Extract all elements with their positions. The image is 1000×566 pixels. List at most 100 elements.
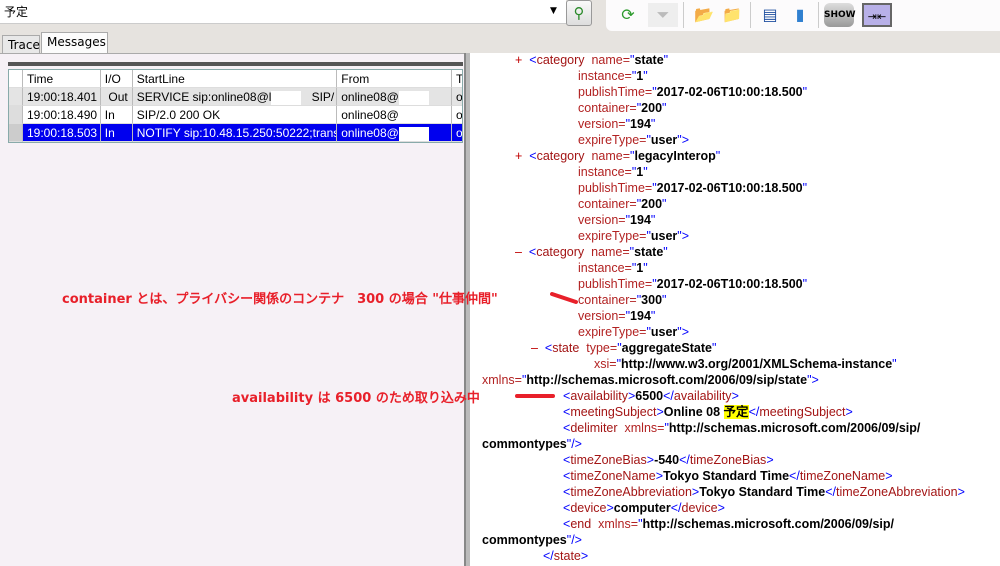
xml-attr: instance= bbox=[578, 261, 632, 275]
xml-line: publishTime="2017-02-06T10:00:18.500" bbox=[578, 180, 807, 196]
toolbar-separator bbox=[818, 2, 819, 28]
xml-tag: device bbox=[681, 501, 718, 515]
column-header-io[interactable]: I/O bbox=[100, 70, 133, 88]
column-header-to[interactable]: T bbox=[451, 70, 462, 88]
xml-val: 200 bbox=[641, 101, 663, 115]
cell-to: o bbox=[451, 124, 462, 142]
xml-line: publishTime="2017-02-06T10:00:18.500" bbox=[578, 84, 807, 100]
xml-val: state bbox=[634, 245, 664, 259]
xml-val: 300 bbox=[641, 293, 663, 307]
xml-line: <availability>6500</availability> bbox=[563, 388, 739, 404]
row-selector[interactable] bbox=[9, 124, 23, 142]
column-header-startline[interactable]: StartLine bbox=[132, 70, 338, 88]
xml-attr: xmlns= bbox=[482, 373, 522, 387]
xml-attr: version= bbox=[578, 213, 626, 227]
row-selector[interactable] bbox=[9, 106, 23, 124]
xml-val: 194 bbox=[630, 213, 651, 227]
xml-tag: delimiter bbox=[570, 421, 618, 435]
xml-val: http://schemas.microsoft.com/2006/09/sip… bbox=[642, 517, 894, 531]
table-row[interactable]: 19:00:18.490 In SIP/2.0 200 OK online08@… bbox=[9, 106, 462, 124]
xml-br: > bbox=[717, 501, 725, 515]
xml-line: container="200" bbox=[578, 196, 666, 212]
tab-trace[interactable]: Trace bbox=[2, 35, 40, 54]
xml-val: http://www.w3.org/2001/XMLSchema-instanc… bbox=[621, 357, 893, 371]
annotation-line bbox=[515, 394, 555, 398]
xml-br: > bbox=[845, 405, 853, 419]
xml-val: Tokyo Standard Time bbox=[663, 469, 790, 483]
startline-text: SERVICE sip:online08@l bbox=[136, 90, 272, 104]
table-row[interactable]: 19:00:18.401 Out SERVICE sip:online08@l S… bbox=[9, 88, 462, 106]
xml-br: < bbox=[521, 245, 537, 259]
xml-line: version="194" bbox=[578, 308, 655, 324]
xml-line: expireType="user"> bbox=[578, 228, 689, 244]
xml-line: <timeZoneName>Tokyo Standard Time</timeZ… bbox=[563, 468, 893, 484]
search-combo-box[interactable]: 予定 bbox=[0, 0, 566, 24]
xml-attr: container= bbox=[578, 293, 637, 307]
xml-line: xsi= "http://www.w3.org/2001/XMLSchema-in… bbox=[594, 356, 897, 372]
show-icon[interactable]: SHOW bbox=[824, 3, 856, 27]
tab-messages[interactable]: Messages bbox=[41, 32, 108, 54]
xml-br: </ bbox=[748, 405, 760, 419]
collapse-icon[interactable]: – bbox=[515, 245, 522, 259]
xml-br: > bbox=[656, 405, 664, 419]
xml-val: http://schemas.microsoft.com/2006/09/sip… bbox=[526, 373, 808, 387]
xml-q: " bbox=[643, 165, 648, 179]
xml-viewer: + <category name="state" instance="1" publ… bbox=[470, 53, 1000, 566]
messages-grid: Time I/O StartLine From T 19:00:18.401 O… bbox=[8, 69, 463, 143]
column-header-time[interactable]: Time bbox=[22, 70, 101, 88]
xml-br: > bbox=[681, 229, 690, 243]
xml-attr: publishTime= bbox=[578, 277, 653, 291]
import-folder-icon[interactable]: 📁 bbox=[720, 3, 744, 27]
xml-line: container="300" bbox=[578, 292, 666, 308]
collapse-icon[interactable]: – bbox=[531, 341, 538, 355]
filter-icon[interactable]: ⏷ bbox=[648, 3, 678, 27]
xml-br: </ bbox=[825, 485, 836, 499]
layout-icon[interactable]: ⇥⇤ bbox=[862, 3, 892, 27]
xml-attr: instance= bbox=[578, 69, 632, 83]
form-icon[interactable]: ▤ bbox=[758, 3, 782, 27]
dropdown-arrow-icon[interactable]: ▼ bbox=[550, 6, 557, 16]
xml-br: > bbox=[731, 389, 739, 403]
xml-line: instance="1" bbox=[578, 68, 648, 84]
open-folder-icon[interactable]: 📂 bbox=[692, 3, 716, 27]
search-button[interactable]: ⚲ bbox=[566, 0, 592, 26]
xml-line: – <state type="aggregateState" bbox=[531, 340, 716, 356]
table-row-selected[interactable]: 19:00:18.503 In NOTIFY sip:10.48.15.250:… bbox=[9, 124, 462, 142]
notepad-icon[interactable]: ▮ bbox=[788, 3, 812, 27]
grid-splitter[interactable] bbox=[8, 62, 463, 66]
refresh-icon[interactable]: ⟳ bbox=[616, 3, 640, 27]
xml-q: " bbox=[643, 69, 648, 83]
xml-hl: 予定 bbox=[723, 405, 749, 419]
row-selector[interactable] bbox=[9, 88, 23, 106]
xml-q: " bbox=[662, 293, 667, 307]
annotation-arrow bbox=[550, 292, 578, 304]
container-annotation: container とは、プライバシー関係のコンテナ 300 の場合 "仕事仲間… bbox=[62, 292, 498, 307]
xml-tag: timeZoneName bbox=[570, 469, 656, 483]
xml-line: xmlns="http://schemas.microsoft.com/2006… bbox=[482, 372, 819, 388]
cell-io: In bbox=[100, 124, 133, 142]
search-input-value[interactable]: 予定 bbox=[4, 5, 28, 19]
xml-line: <end xmlns="http://schemas.microsoft.com… bbox=[563, 516, 894, 532]
xml-attr: expireType= bbox=[578, 229, 647, 243]
from-text: online08@ bbox=[341, 90, 399, 104]
column-header-from[interactable]: From bbox=[337, 70, 452, 88]
xml-br: </ bbox=[789, 469, 800, 483]
xml-line: instance="1" bbox=[578, 164, 648, 180]
cell-from: online08@ bbox=[337, 124, 452, 142]
xml-val: legacyInterop bbox=[634, 149, 716, 163]
xml-attr: publishTime= bbox=[578, 181, 653, 195]
xml-val: commontypes bbox=[482, 437, 567, 451]
xml-val: -540 bbox=[654, 453, 680, 467]
xml-br: </ bbox=[543, 549, 554, 563]
xml-attr: xmlns= bbox=[591, 517, 639, 531]
xml-line: version="194" bbox=[578, 116, 655, 132]
cell-startline: SIP/2.0 200 OK bbox=[132, 106, 338, 124]
xml-attr: container= bbox=[578, 101, 637, 115]
cell-to: o bbox=[451, 106, 462, 124]
cell-time: 19:00:18.401 bbox=[22, 88, 101, 106]
xml-val: 2017-02-06T10:00:18.500 bbox=[656, 181, 803, 195]
xml-br: </ bbox=[663, 389, 674, 403]
xml-attr: type= bbox=[579, 341, 618, 355]
xml-val: 2017-02-06T10:00:18.500 bbox=[656, 85, 803, 99]
xml-tag: state bbox=[553, 549, 581, 563]
